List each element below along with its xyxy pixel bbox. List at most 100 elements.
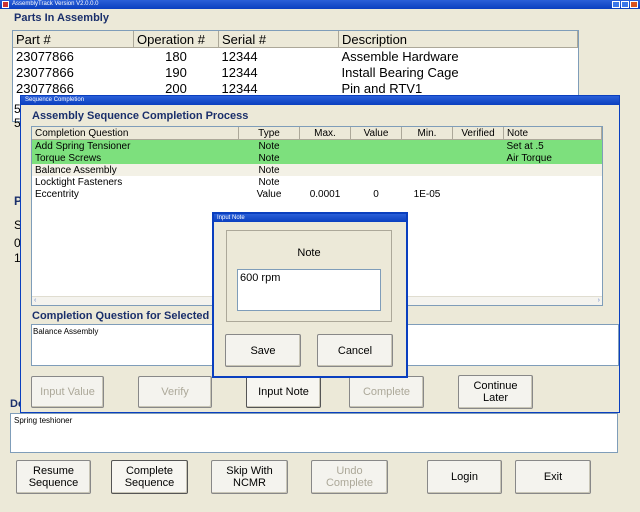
close-icon[interactable]: [630, 1, 638, 8]
cell-part: 23077866: [16, 48, 74, 64]
cell-value: [350, 152, 402, 164]
cell-question: Add Spring Tensioner: [32, 139, 239, 152]
cell-question: Eccentrity: [35, 188, 79, 200]
continue-later-button[interactable]: Continue Later: [458, 375, 533, 409]
col-header-note[interactable]: Note: [503, 127, 602, 140]
col-header-value[interactable]: Value: [350, 127, 402, 140]
parts-header-row: Part # Operation # Serial # Description: [13, 31, 578, 48]
cell-max: [299, 139, 351, 152]
undo-complete-button[interactable]: Undo Complete: [311, 460, 388, 494]
cell-operation: 200: [165, 80, 187, 96]
cell-description: Install Bearing Cage: [341, 64, 459, 80]
cell-serial: 12344: [221, 80, 258, 96]
col-header-question[interactable]: Completion Question: [32, 127, 239, 140]
cell-note: [504, 188, 602, 200]
window-titlebar: AssemblyTrack Version V2.0.0.0: [0, 0, 640, 9]
note-input[interactable]: 600 rpm: [237, 269, 381, 311]
cell-description: Pin and RTV1: [341, 80, 423, 96]
cell-value: [351, 164, 402, 176]
scroll-left-icon[interactable]: ‹: [34, 297, 36, 304]
cell-value: [350, 139, 402, 152]
cell-max: [299, 152, 351, 164]
selected-question-label: Completion Question for Selected C: [32, 310, 221, 322]
col-header-operation[interactable]: Operation #: [133, 31, 219, 48]
cell-min: 1E-05: [413, 188, 441, 200]
col-header-part[interactable]: Part #: [13, 31, 134, 48]
table-row[interactable]: Eccentrity Value 0.0001 0 1E-05: [32, 188, 602, 200]
table-row[interactable]: 23077866 180 12344 Assemble Hardware: [13, 48, 578, 65]
note-label: Note: [297, 247, 321, 259]
cell-note: Set at .5: [503, 139, 602, 152]
cell-max: [300, 164, 351, 176]
scroll-right-icon[interactable]: ›: [598, 297, 600, 304]
cell-max: 0.0001: [309, 188, 341, 200]
maximize-icon[interactable]: [621, 1, 629, 8]
cell-serial: 12344: [221, 64, 258, 80]
cell-part: 23077866: [16, 80, 74, 96]
cell-verified: [453, 188, 504, 200]
description-box[interactable]: Spring teshioner: [10, 413, 618, 453]
cancel-button[interactable]: Cancel: [317, 334, 393, 367]
complete-button[interactable]: Complete: [349, 376, 424, 408]
input-note-button[interactable]: Input Note: [246, 376, 321, 408]
save-button[interactable]: Save: [225, 334, 301, 367]
cell-type: Note: [238, 152, 300, 164]
skip-with-ncmr-button[interactable]: Skip With NCMR: [211, 460, 288, 494]
cell-question: Torque Screws: [32, 152, 239, 164]
cell-type: Note: [238, 139, 300, 152]
cell-operation: 190: [165, 64, 187, 80]
cell-verified: [452, 139, 504, 152]
col-header-type[interactable]: Type: [238, 127, 300, 140]
complete-sequence-button[interactable]: Complete Sequence: [111, 460, 188, 494]
col-header-serial[interactable]: Serial #: [218, 31, 339, 48]
cell-verified: [453, 176, 504, 188]
window-title: AssemblyTrack Version V2.0.0.0: [12, 1, 99, 7]
cell-min: [402, 176, 453, 188]
sequence-title: Assembly Sequence Completion Process: [32, 110, 249, 122]
login-button[interactable]: Login: [427, 460, 502, 494]
cell-operation: 180: [165, 48, 187, 64]
cell-note: [504, 164, 602, 176]
verify-button[interactable]: Verify: [138, 376, 212, 408]
table-row[interactable]: Add Spring Tensioner Note Set at .5: [32, 139, 602, 152]
cell-type: Note: [258, 176, 280, 188]
table-row[interactable]: 23077866 190 12344 Install Bearing Cage: [13, 64, 578, 80]
cell-note: Air Torque: [503, 152, 602, 164]
cell-note: [504, 176, 602, 188]
cell-serial: 12344: [221, 48, 258, 64]
cell-verified: [453, 164, 504, 176]
col-header-verified[interactable]: Verified: [452, 127, 504, 140]
sequence-window-title: Sequence Completion: [21, 96, 619, 105]
cell-type: Value: [256, 188, 282, 200]
cell-min: [402, 164, 453, 176]
col-header-min[interactable]: Min.: [401, 127, 453, 140]
cell-question: Locktight Fasteners: [35, 176, 123, 188]
app-icon: [2, 1, 9, 8]
cell-value: 0: [373, 188, 379, 200]
sequence-header-row: Completion Question Type Max. Value Min.…: [32, 127, 602, 140]
cell-min: [401, 152, 453, 164]
minimize-icon[interactable]: [612, 1, 620, 8]
resume-sequence-button[interactable]: Resume Sequence: [16, 460, 91, 494]
table-row[interactable]: 23077866 200 12344 Pin and RTV1: [13, 80, 578, 96]
cell-part: 23077866: [16, 64, 74, 80]
input-note-dialog: Input Note Note 600 rpm Save Cancel: [212, 212, 408, 378]
cell-max: [300, 176, 351, 188]
note-input-value: 600 rpm: [240, 272, 281, 284]
cell-min: [401, 139, 453, 152]
table-row[interactable]: Locktight Fasteners Note: [32, 176, 602, 188]
dialog-title: Input Note: [214, 214, 406, 222]
cell-verified: [452, 152, 504, 164]
window-controls: [612, 1, 638, 8]
parts-section-title: Parts In Assembly: [14, 12, 109, 24]
note-frame: Note 600 rpm: [226, 230, 392, 322]
cell-description: Assemble Hardware: [341, 48, 459, 64]
col-header-max[interactable]: Max.: [299, 127, 351, 140]
table-row[interactable]: Torque Screws Note Air Torque: [32, 152, 602, 164]
description-text: Spring teshioner: [14, 416, 73, 425]
cell-question: Balance Assembly: [35, 164, 117, 176]
input-value-button[interactable]: Input Value: [31, 376, 104, 408]
exit-button[interactable]: Exit: [515, 460, 591, 494]
col-header-description[interactable]: Description: [338, 31, 578, 48]
table-row[interactable]: Balance Assembly Note: [32, 164, 602, 176]
